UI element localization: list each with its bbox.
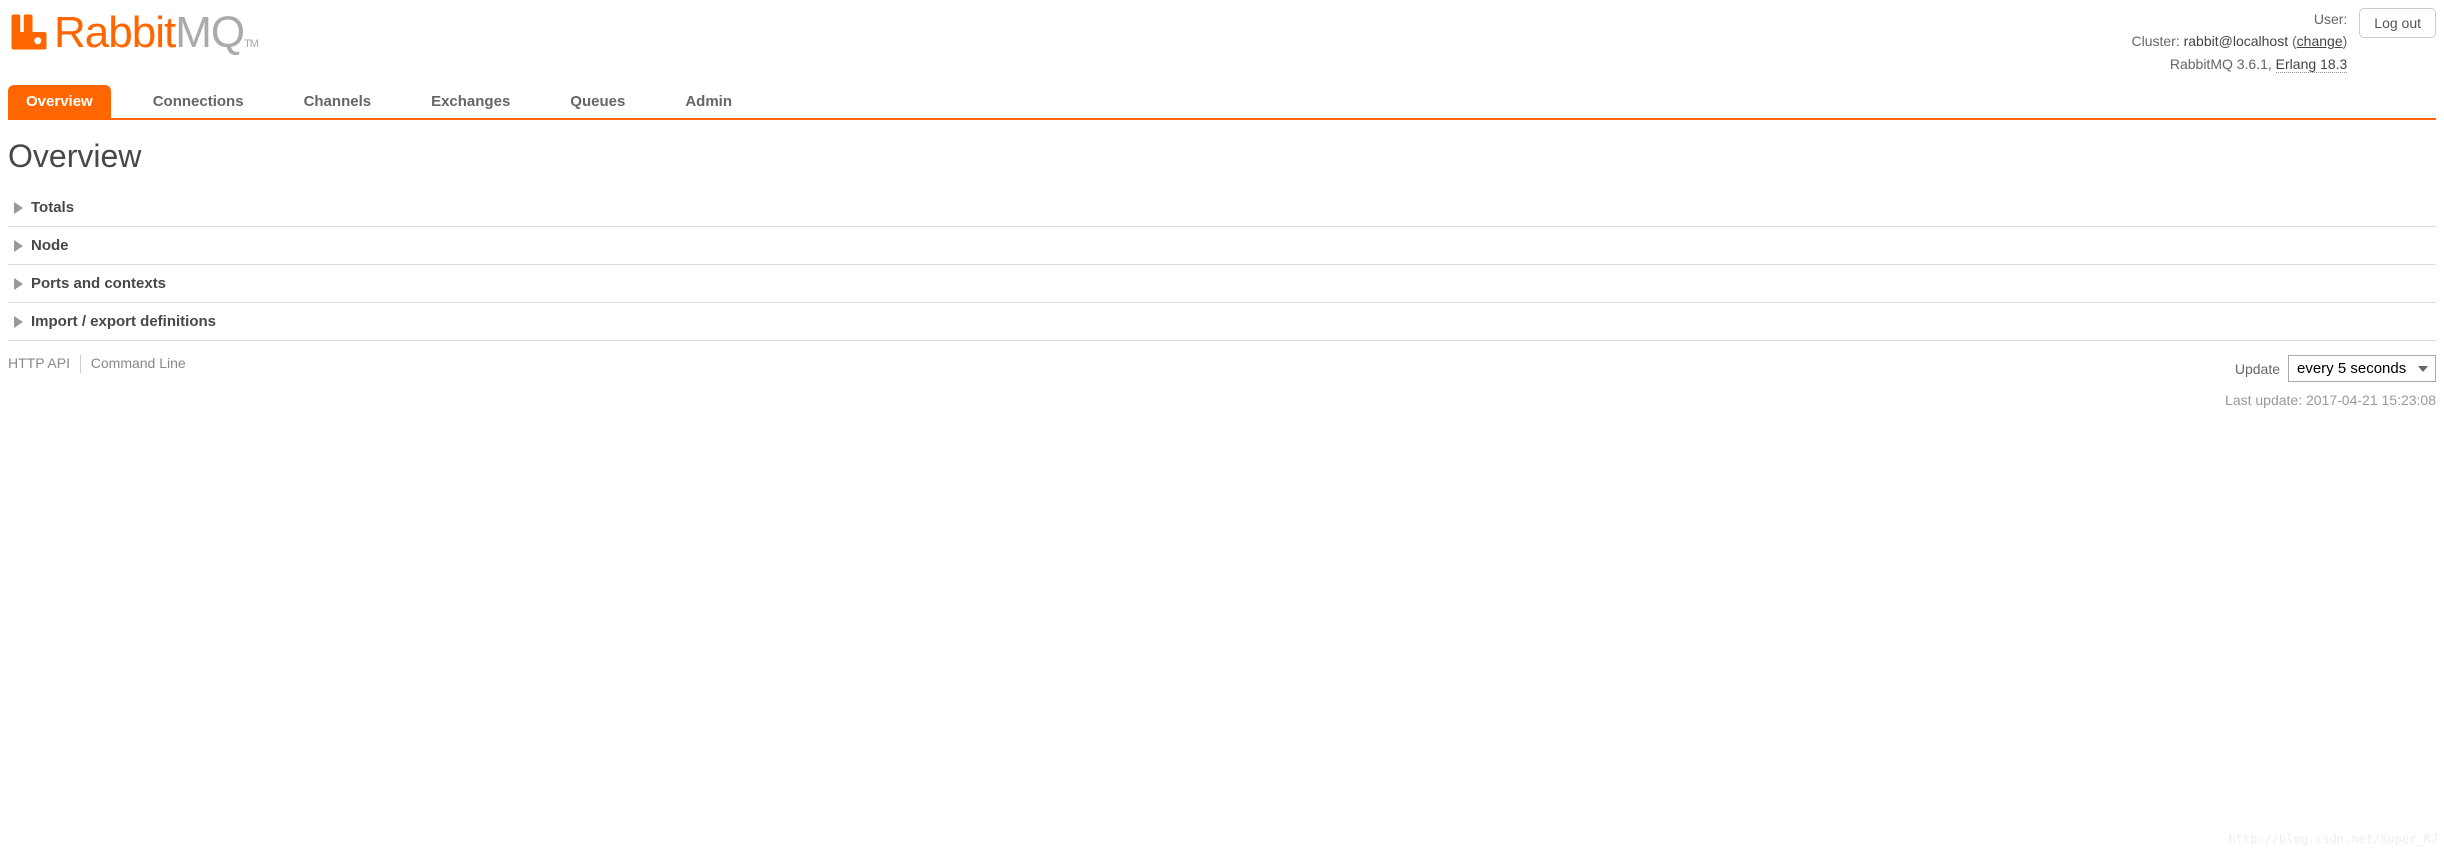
- cli-link[interactable]: Command Line: [91, 355, 186, 371]
- chevron-right-icon: [14, 202, 23, 214]
- tab-queues[interactable]: Queues: [552, 85, 643, 118]
- logo: RabbitMQTM: [8, 8, 258, 58]
- watermark: http://blog.csdn.net/Super_RJ: [2228, 832, 2438, 846]
- version-line: RabbitMQ 3.6.1, Erlang 18.3: [2131, 53, 2347, 75]
- tab-admin[interactable]: Admin: [667, 85, 750, 118]
- section-header-node[interactable]: Node: [14, 237, 2436, 254]
- section-title: Totals: [31, 199, 74, 216]
- erlang-link[interactable]: Erlang 18.3: [2276, 56, 2348, 73]
- divider: [80, 355, 81, 373]
- update-label: Update: [2235, 361, 2280, 377]
- section-title: Import / export definitions: [31, 313, 216, 330]
- tab-channels[interactable]: Channels: [286, 85, 390, 118]
- logo-tm: TM: [244, 38, 258, 50]
- chevron-right-icon: [14, 240, 23, 252]
- chevron-right-icon: [14, 278, 23, 290]
- footer-right: Update every 5 seconds Last update: 2017…: [2225, 355, 2436, 408]
- rabbit-icon: [8, 11, 50, 56]
- section-header-ports[interactable]: Ports and contexts: [14, 275, 2436, 292]
- section-title: Ports and contexts: [31, 275, 166, 292]
- tab-exchanges[interactable]: Exchanges: [413, 85, 528, 118]
- last-update-value: 2017-04-21 15:23:08: [2306, 392, 2436, 408]
- logo-rabbit: Rabbit: [54, 8, 175, 57]
- change-link[interactable]: change: [2297, 33, 2343, 49]
- section-node: Node: [8, 227, 2436, 265]
- footer-left: HTTP API Command Line: [8, 355, 186, 373]
- tab-connections[interactable]: Connections: [135, 85, 262, 118]
- chevron-right-icon: [14, 316, 23, 328]
- section-ports: Ports and contexts: [8, 265, 2436, 303]
- cluster-line: Cluster: rabbit@localhost (change): [2131, 30, 2347, 52]
- section-totals: Totals: [8, 189, 2436, 227]
- logo-text: RabbitMQTM: [54, 8, 258, 58]
- logout-button[interactable]: Log out: [2359, 8, 2436, 38]
- page-title: Overview: [8, 138, 2436, 175]
- http-api-link[interactable]: HTTP API: [8, 355, 70, 371]
- section-header-totals[interactable]: Totals: [14, 199, 2436, 216]
- section-title: Node: [31, 237, 69, 254]
- user-line: User:: [2131, 8, 2347, 30]
- update-select-wrap: every 5 seconds: [2288, 355, 2436, 382]
- update-select[interactable]: every 5 seconds: [2288, 355, 2436, 382]
- footer: HTTP API Command Line Update every 5 sec…: [8, 355, 2436, 408]
- tabs: Overview Connections Channels Exchanges …: [8, 85, 2436, 120]
- header: RabbitMQTM User: Cluster: rabbit@localho…: [8, 8, 2436, 75]
- header-right: User: Cluster: rabbit@localhost (change)…: [2131, 8, 2436, 75]
- section-import-export: Import / export definitions: [8, 303, 2436, 341]
- header-info: User: Cluster: rabbit@localhost (change)…: [2131, 8, 2347, 75]
- logo-mq: MQ: [175, 8, 244, 57]
- section-header-import-export[interactable]: Import / export definitions: [14, 313, 2436, 330]
- tab-overview[interactable]: Overview: [8, 85, 111, 118]
- last-update: Last update: 2017-04-21 15:23:08: [2225, 392, 2436, 408]
- update-row: Update every 5 seconds: [2225, 355, 2436, 382]
- cluster-name: rabbit@localhost: [2184, 33, 2289, 49]
